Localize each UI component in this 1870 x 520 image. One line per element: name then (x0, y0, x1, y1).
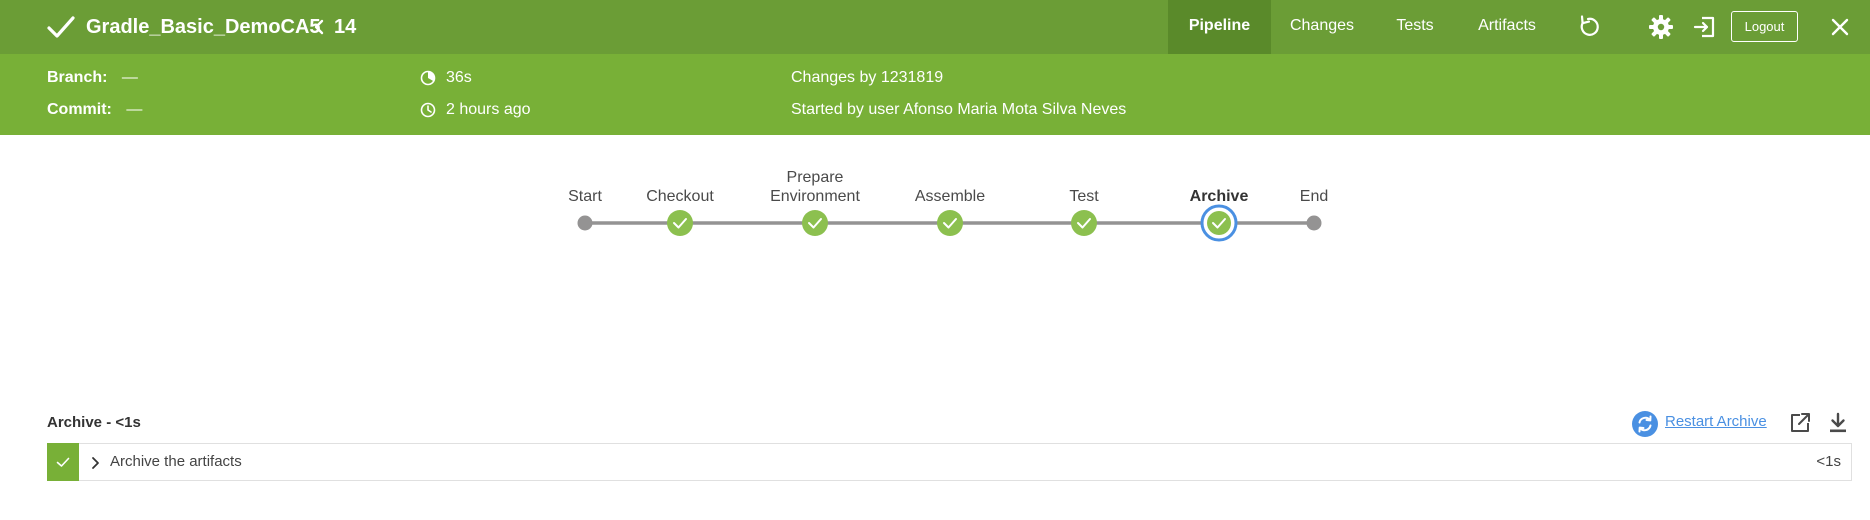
download-icon[interactable] (1826, 411, 1850, 435)
clock-icon (420, 102, 436, 118)
close-icon[interactable] (1826, 13, 1854, 41)
tab-artifacts[interactable]: Artifacts (1467, 0, 1547, 54)
run-info-bar: Branch: — Commit: — 36s 2 hours ago Chan… (0, 54, 1870, 135)
job-name[interactable]: Gradle_Basic_DemoCA5 (86, 14, 321, 40)
stage-node-test[interactable] (1071, 210, 1097, 236)
tab-tests[interactable]: Tests (1385, 0, 1445, 54)
step-status-success (47, 443, 79, 481)
branch-info: Branch: — (47, 68, 138, 88)
restart-stage-link[interactable]: Restart Archive (1665, 412, 1767, 432)
duration-icon (420, 70, 436, 86)
run-number: 14 (334, 16, 357, 38)
branch-label: Branch: (47, 69, 108, 86)
exit-icon[interactable] (1691, 13, 1719, 41)
start-node (577, 215, 593, 231)
commit-value: — (126, 101, 143, 118)
pipeline-graph: Start Checkout Prepare Environment Assem… (0, 135, 1870, 285)
tab-changes[interactable]: Changes (1283, 0, 1361, 54)
pipeline-connectors (577, 204, 1322, 242)
started-by: Started by user Afonso Maria Mota Silva … (791, 101, 1127, 118)
chevron-right-icon[interactable] (90, 456, 100, 470)
commit-info: Commit: — (47, 100, 142, 120)
replay-icon[interactable] (1574, 13, 1602, 41)
stage-label-test[interactable]: Test (1014, 187, 1154, 206)
duration-value: 36s (446, 69, 472, 86)
stage-node-archive[interactable] (1200, 204, 1238, 242)
top-bar: Gradle_Basic_DemoCA5 14 Pipeline Changes… (0, 0, 1870, 54)
branch-value: — (121, 69, 138, 86)
stage-node-prepare-environment[interactable] (802, 210, 828, 236)
step-row[interactable]: Archive the artifacts <1s (47, 443, 1852, 481)
logout-button[interactable]: Logout (1731, 11, 1798, 42)
gear-icon[interactable] (1647, 13, 1675, 41)
stage-label-prepare-environment[interactable]: Prepare Environment (760, 168, 870, 206)
stage-label-checkout[interactable]: Checkout (610, 187, 750, 206)
stage-label-assemble[interactable]: Assemble (880, 187, 1020, 206)
stage-label-end: End (1299, 188, 1329, 205)
tab-pipeline[interactable]: Pipeline (1168, 0, 1271, 54)
step-panel-title: Archive - <1s (47, 414, 141, 431)
commit-label: Commit: (47, 101, 112, 118)
step-label: Archive the artifacts (110, 453, 242, 470)
stage-node-checkout[interactable] (667, 210, 693, 236)
changes-by: Changes by 1231819 (791, 69, 944, 86)
step-duration: <1s (1816, 453, 1841, 470)
stage-node-assemble[interactable] (937, 210, 963, 236)
chevron-left-icon[interactable] (312, 15, 326, 39)
open-external-icon[interactable] (1788, 411, 1812, 435)
check-icon (47, 16, 75, 38)
check-icon (56, 457, 70, 467)
end-node (1306, 215, 1322, 231)
restart-icon[interactable] (1632, 411, 1658, 437)
time-ago-value: 2 hours ago (446, 101, 531, 118)
